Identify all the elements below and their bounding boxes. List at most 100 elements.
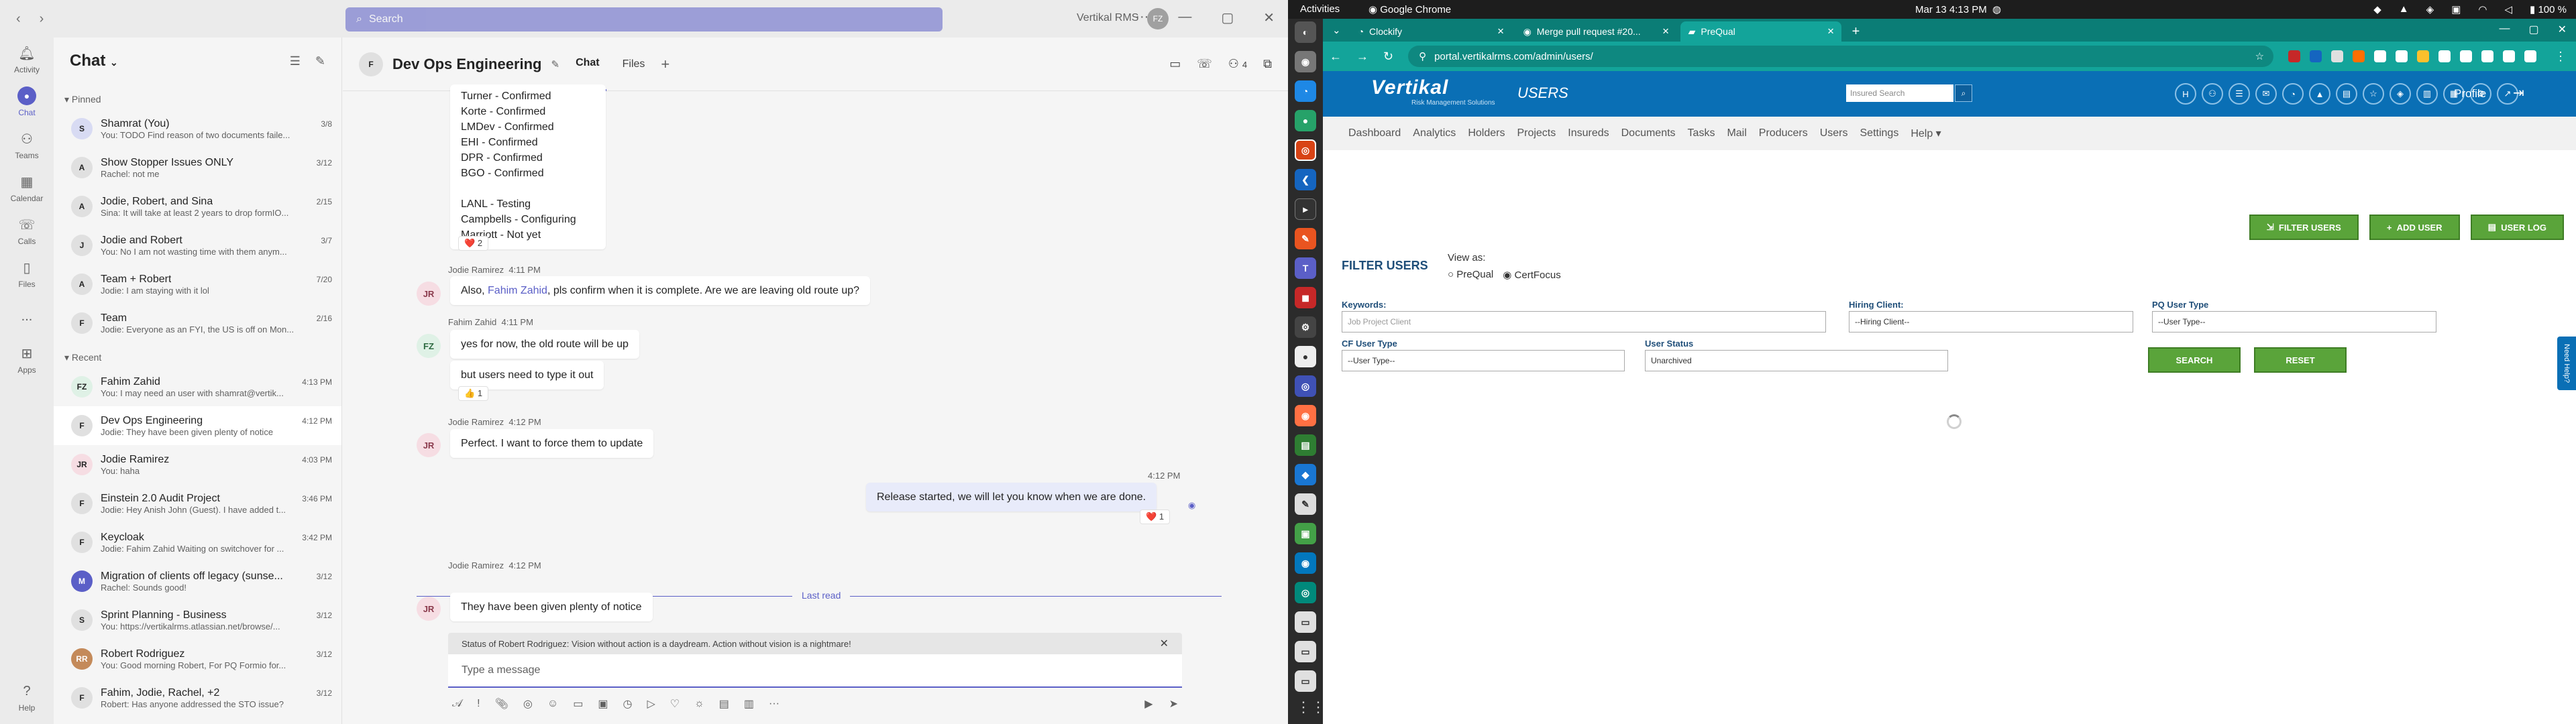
video-call-icon[interactable]: ▭ — [1169, 57, 1181, 71]
more-options-icon[interactable]: ··· — [1135, 9, 1148, 26]
forward-icon[interactable]: → — [1356, 50, 1368, 64]
chat-list-item[interactable]: J Jodie and Robert 3/7 You: No I am not was… — [54, 226, 341, 265]
extension-icon[interactable] — [2503, 50, 2516, 62]
dock-app-icon[interactable]: ● — [1295, 346, 1316, 367]
reload-icon[interactable]: ↻ — [1383, 50, 1393, 64]
rail-files[interactable]: ▯ Files — [0, 252, 54, 295]
rail-calls[interactable]: ☏ Calls — [0, 209, 54, 252]
nav-item[interactable]: Users — [1820, 127, 1848, 139]
send-icon[interactable]: ➤ — [1169, 697, 1178, 711]
close-icon[interactable]: ✕ — [1160, 637, 1169, 650]
minimize-icon[interactable]: — — [1178, 9, 1191, 26]
terminal-dock-icon[interactable]: ▸ — [1295, 198, 1316, 220]
search-button[interactable]: SEARCH — [2148, 347, 2241, 373]
tray-icon[interactable]: ◆ — [2373, 3, 2381, 15]
dock-app-icon[interactable]: ◔ — [1295, 80, 1316, 102]
idea-icon[interactable]: ☼ — [694, 698, 704, 710]
avatar[interactable]: FZ — [417, 334, 441, 358]
dock-app-icon[interactable]: ▣ — [1295, 523, 1316, 544]
thumbs-reaction[interactable]: 👍 1 — [458, 386, 489, 401]
avatar[interactable]: JR — [417, 433, 441, 457]
browser-tab[interactable]: ◔ Clockify ✕ — [1350, 21, 1511, 42]
dock-app-icon[interactable]: ▭ — [1295, 670, 1316, 692]
cf-user-type-select[interactable]: --User Type-- — [1342, 350, 1625, 371]
rail-help[interactable]: ? Help — [0, 676, 54, 719]
heart-reaction[interactable]: ❤️ 1 — [1140, 509, 1171, 524]
chat-list-item[interactable]: S Sprint Planning - Business 3/12 You: http… — [54, 601, 341, 640]
close-tab-icon[interactable]: ✕ — [1497, 26, 1505, 37]
extension-icon[interactable] — [2524, 50, 2537, 62]
loop-icon[interactable]: ◎ — [523, 697, 533, 711]
need-help-tab[interactable]: Need Help? — [2557, 337, 2576, 390]
important-icon[interactable]: ! — [477, 698, 480, 710]
dock-app-icon[interactable]: ✎ — [1295, 493, 1316, 515]
site-info-icon[interactable]: ⚲ — [1419, 50, 1426, 62]
filter-icon[interactable]: ☰ — [290, 54, 301, 68]
chat-list-item[interactable]: JR Jodie Ramirez 4:03 PM You: haha — [54, 445, 341, 484]
more-icon[interactable]: ··· — [769, 698, 780, 710]
schedule-icon[interactable]: ◷ — [623, 697, 632, 711]
star-icon[interactable]: ☆ — [2363, 83, 2384, 105]
maximize-icon[interactable]: ▢ — [2528, 23, 2538, 36]
profile-link[interactable]: Profile — [2454, 87, 2486, 101]
rail-apps[interactable]: ⊞ Apps — [0, 338, 54, 381]
dock-app-icon[interactable]: ◎ — [1295, 582, 1316, 603]
projects-icon[interactable]: ▲ — [2309, 83, 2330, 105]
nav-item[interactable]: Tasks — [1688, 127, 1715, 139]
praise-icon[interactable]: ♡ — [670, 697, 680, 711]
back-icon[interactable]: ← — [1330, 50, 1342, 64]
chat-list-item[interactable]: A Show Stopper Issues ONLY 3/12 Rachel: not… — [54, 148, 341, 187]
pinned-section-label[interactable]: ▾ Pinned — [54, 84, 341, 109]
add-user-button[interactable]: + ADD USER — [2369, 215, 2460, 240]
dock-app-icon[interactable]: ◎ — [1295, 375, 1316, 397]
view-as-certfocus-radio[interactable]: ◉ CertFocus — [1503, 269, 1560, 281]
vertikal-logo[interactable]: Vertikal Risk Management Solutions — [1371, 76, 1495, 107]
gif-icon[interactable]: ▭ — [573, 697, 583, 711]
dock-app-icon[interactable]: ⚙ — [1295, 316, 1316, 338]
extension-icon[interactable] — [2481, 50, 2494, 62]
view-as-prequal-radio[interactable]: ○ PreQual — [1448, 269, 1493, 281]
dock-app-icon[interactable]: ◉ — [1295, 552, 1316, 574]
nav-item[interactable]: Help ▾ — [1911, 127, 1941, 140]
dock-app-icon[interactable]: ▭ — [1295, 641, 1316, 662]
chat-list-item[interactable]: F Team 2/16 Jodie: Everyone as an FYI, the … — [54, 304, 341, 343]
user-log-button[interactable]: ▤ USER LOG — [2470, 215, 2564, 240]
clock[interactable]: Mar 13 4:13 PM ◍ — [1915, 3, 2001, 15]
org-name[interactable]: Vertikal RMS — [1077, 12, 1138, 24]
dock-app-icon[interactable]: ◐ — [1295, 21, 1316, 43]
reset-button[interactable]: RESET — [2254, 347, 2347, 373]
chat-list-item[interactable]: F Fahim, Jodie, Rachel, +2 3/12 Robert: Has… — [54, 678, 341, 717]
maximize-icon[interactable]: ▢ — [1221, 9, 1234, 26]
participants-button[interactable]: ⚇ 4 — [1228, 57, 1247, 71]
dock-app-icon[interactable]: ◆ — [1295, 464, 1316, 485]
chat-list-item[interactable]: F Keycloak 3:42 PM Jodie: Fahim Zahid Waiti… — [54, 523, 341, 562]
user-status-select[interactable]: Unarchived — [1645, 350, 1948, 371]
extension-icon[interactable] — [2460, 50, 2473, 62]
extension-icon[interactable] — [2417, 50, 2430, 62]
browser-tab[interactable]: ◉ Merge pull request #20... ✕ — [1515, 21, 1676, 42]
users-icon[interactable]: ⚇ — [2202, 83, 2223, 105]
dock-app-icon[interactable]: ▤ — [1295, 434, 1316, 456]
tray-icon[interactable]: ▲ — [2399, 3, 2409, 15]
rail-calendar[interactable]: ▦ Calendar — [0, 166, 54, 209]
popout-icon[interactable]: ⧉ — [1263, 57, 1272, 71]
shield-icon[interactable]: ◈ — [2390, 83, 2411, 105]
message-compose-input[interactable]: Type a message — [448, 654, 1182, 688]
dock-app-icon[interactable]: ✎ — [1295, 228, 1316, 249]
avatar[interactable]: JR — [417, 597, 441, 621]
back-arrow-icon[interactable]: ‹ — [16, 11, 21, 27]
building-icon[interactable]: ▤ — [2336, 83, 2357, 105]
tab-search-icon[interactable]: ⌄ — [1332, 24, 1346, 42]
dock-app-icon[interactable]: ◉ — [1295, 51, 1316, 72]
chat-list-item[interactable]: F Einstein 2.0 Audit Project 3:46 PM Jodie:… — [54, 484, 341, 523]
logout-icon[interactable]: ⇥ — [2513, 84, 2524, 101]
chat-list-item[interactable]: F Dev Ops Engineering 4:12 PM Jodie: They h… — [54, 406, 341, 445]
close-tab-icon[interactable]: ✕ — [1827, 26, 1835, 37]
nav-item[interactable]: Projects — [1517, 127, 1556, 139]
chat-list-title[interactable]: Chat ⌄ — [70, 52, 118, 70]
nav-item[interactable]: Dashboard — [1348, 127, 1401, 139]
extension-icon[interactable] — [2374, 50, 2387, 62]
nav-item[interactable]: Documents — [1621, 127, 1676, 139]
teams-dock-icon[interactable]: T — [1295, 257, 1316, 279]
attach-icon[interactable]: 📎︎ — [495, 697, 508, 711]
